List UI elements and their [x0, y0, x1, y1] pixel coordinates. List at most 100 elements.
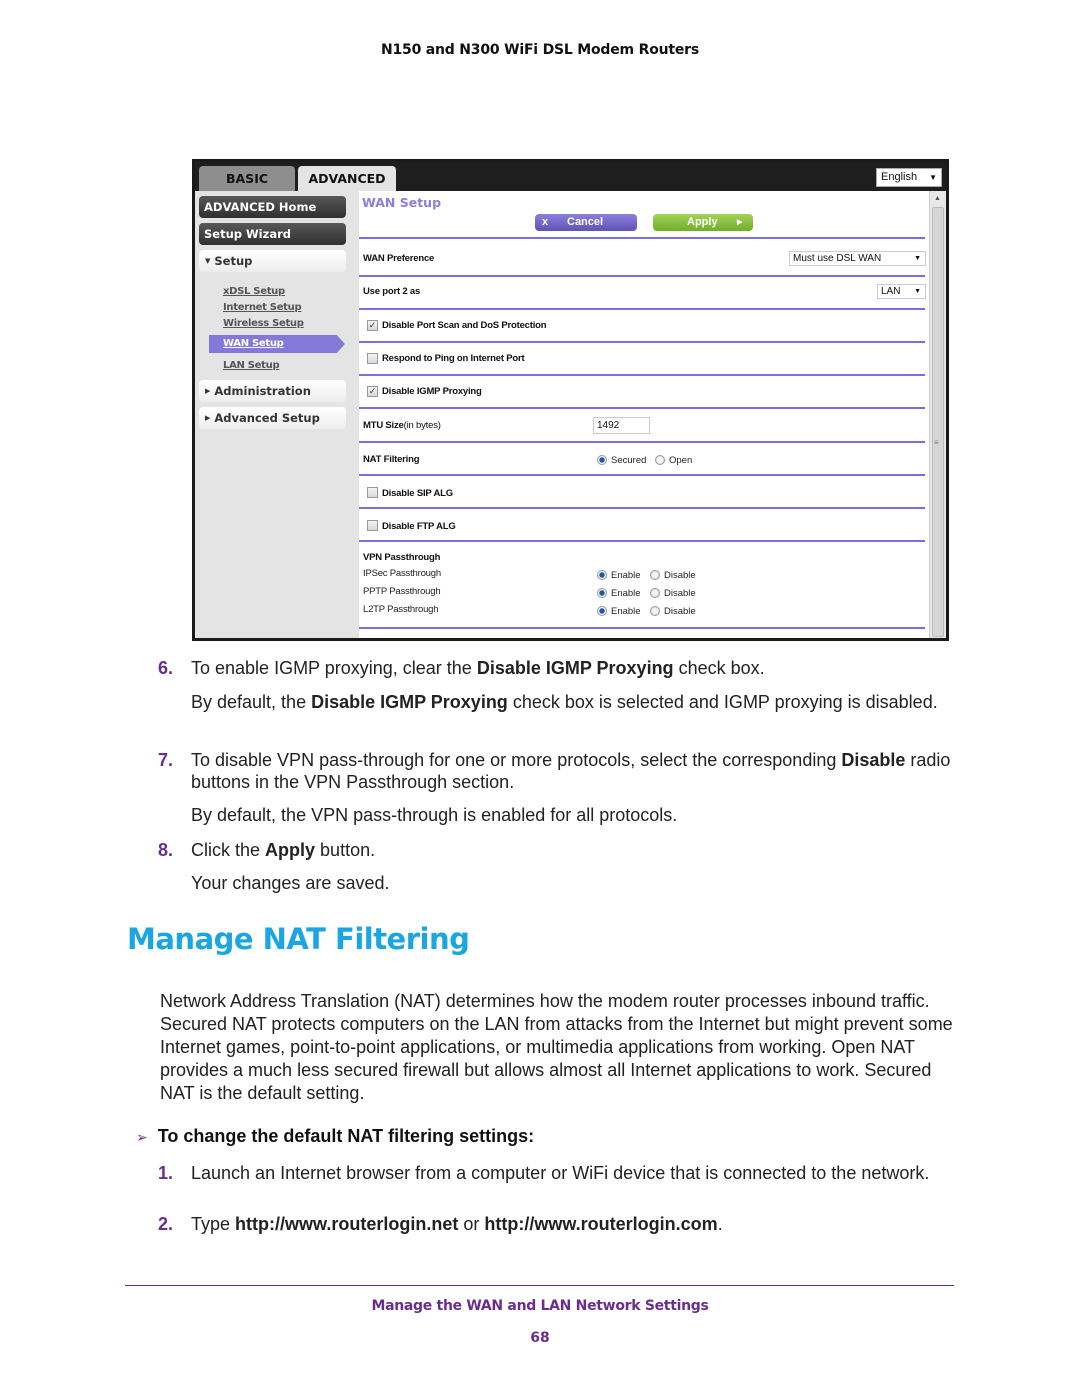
apply-button[interactable]: Apply ▶: [653, 214, 753, 231]
step-number: 8.: [158, 840, 174, 860]
arrow-right-icon: ➢: [136, 1129, 148, 1145]
scrollbar[interactable]: ▲ ≡: [929, 191, 946, 638]
step-text: To enable IGMP proxying, clear the Disab…: [191, 658, 765, 678]
apply-label: Apply: [687, 216, 718, 228]
sidebar-link-lan-setup[interactable]: LAN Setup: [223, 360, 280, 371]
wan-preference-value: Must use DSL WAN: [793, 253, 882, 264]
tab-basic[interactable]: BASIC: [199, 166, 295, 191]
divider: [359, 507, 925, 509]
disable-igmp-label: Disable IGMP Proxying: [382, 386, 482, 397]
wan-preference-select[interactable]: Must use DSL WAN ▼: [789, 251, 926, 266]
step-number: 6.: [158, 658, 174, 678]
sidebar-item-label: Administration: [214, 384, 311, 398]
divider: [359, 341, 925, 343]
disable-port-scan-label: Disable Port Scan and DoS Protection: [382, 320, 547, 331]
pptp-enable-radio[interactable]: [597, 588, 607, 598]
disable-sip-checkbox[interactable]: [367, 487, 378, 498]
ipsec-label: IPSec Passthrough: [363, 568, 441, 579]
nat-open-label: Open: [669, 455, 693, 466]
mtu-size-input[interactable]: 1492: [593, 417, 650, 434]
wan-preference-label: WAN Preference: [363, 253, 435, 264]
close-icon: x: [542, 216, 549, 228]
respond-ping-checkbox[interactable]: [367, 353, 378, 364]
procedure-heading: ➢ To change the default NAT filtering set…: [136, 1126, 534, 1147]
nat-secured-radio[interactable]: [597, 455, 607, 465]
l2tp-enable-radio[interactable]: [597, 606, 607, 616]
respond-ping-label: Respond to Ping on Internet Port: [382, 353, 525, 364]
ipsec-enable-radio[interactable]: [597, 570, 607, 580]
disable-ftp-checkbox[interactable]: [367, 520, 378, 531]
sidebar-item-setup[interactable]: ▼ Setup: [199, 250, 346, 272]
enable-label: Enable: [611, 606, 641, 617]
triangle-right-icon: ▶: [205, 414, 211, 422]
top-bar: BASIC ADVANCED English ▼: [195, 162, 946, 191]
enable-label: Enable: [611, 588, 641, 599]
disable-ftp-label: Disable FTP ALG: [382, 521, 456, 532]
wan-setup-panel: WAN Setup x Cancel Apply ▶ WAN Preferenc…: [359, 191, 929, 638]
triangle-right-icon: ▶: [205, 387, 211, 395]
language-select[interactable]: English ▼: [876, 168, 942, 187]
sidebar-link-xdsl-setup[interactable]: xDSL Setup: [223, 286, 285, 297]
divider: [359, 237, 925, 239]
sidebar-link-internet-setup[interactable]: Internet Setup: [223, 302, 302, 313]
sidebar-item-advanced-home[interactable]: ADVANCED Home: [199, 196, 346, 218]
cancel-button[interactable]: x Cancel: [535, 214, 637, 231]
l2tp-label: L2TP Passthrough: [363, 604, 439, 615]
mtu-label-text: MTU Size: [363, 420, 404, 431]
nat-filtering-label: NAT Filtering: [363, 454, 420, 465]
ipsec-disable-radio[interactable]: [650, 570, 660, 580]
scroll-thumb[interactable]: ≡: [932, 207, 944, 637]
nat-secured-label: Secured: [611, 455, 647, 466]
sidebar-item-label: Setup: [214, 254, 253, 268]
enable-label: Enable: [611, 570, 641, 581]
divider: [359, 407, 925, 409]
router-ui-screenshot: BASIC ADVANCED English ▼ ADVANCED Home S…: [192, 159, 949, 641]
sidebar-item-label: Advanced Setup: [214, 411, 320, 425]
use-port2-select[interactable]: LAN ▼: [877, 284, 926, 299]
grip-icon: ≡: [934, 438, 939, 447]
procedure-heading-text: To change the default NAT filtering sett…: [157, 1126, 535, 1146]
sidebar: ADVANCED Home Setup Wizard ▼ Setup xDSL S…: [195, 191, 357, 638]
step-number: 7.: [158, 750, 174, 770]
page-number: 68: [530, 1330, 550, 1346]
step-number: 1.: [158, 1163, 174, 1183]
disable-igmp-checkbox[interactable]: ✓: [367, 386, 378, 397]
page-title: WAN Setup: [362, 195, 442, 210]
divider: [359, 540, 925, 542]
divider: [359, 308, 925, 310]
note-vpn-default: By default, the VPN pass-through is enab…: [191, 805, 678, 825]
note-igmp-default: By default, the Disable IGMP Proxying ch…: [191, 692, 938, 712]
intro-paragraph: Network Address Translation (NAT) determ…: [160, 991, 953, 1103]
disable-port-scan-checkbox[interactable]: ✓: [367, 320, 378, 331]
nat-open-radio[interactable]: [655, 455, 665, 465]
pptp-disable-radio[interactable]: [650, 588, 660, 598]
scroll-up-icon[interactable]: ▲: [934, 195, 941, 202]
chevron-down-icon: ▼: [914, 288, 921, 295]
divider: [359, 474, 925, 476]
disable-label: Disable: [664, 606, 696, 617]
disable-sip-label: Disable SIP ALG: [382, 488, 453, 499]
mtu-label-suffix: (in bytes): [403, 420, 441, 431]
language-value: English: [881, 171, 918, 183]
step-number: 2.: [158, 1214, 174, 1234]
mtu-label: MTU Size(in bytes): [363, 420, 441, 431]
cancel-label: Cancel: [567, 216, 604, 228]
link-routerlogin-net[interactable]: http://www.routerlogin.net: [235, 1214, 458, 1234]
step-text: Type http://www.routerlogin.net or http:…: [191, 1214, 723, 1234]
sidebar-item-setup-wizard[interactable]: Setup Wizard: [199, 223, 346, 245]
divider: [359, 627, 925, 629]
vpn-heading: VPN Passthrough: [363, 552, 441, 563]
tab-advanced[interactable]: ADVANCED: [298, 166, 396, 191]
footer-divider: [125, 1285, 954, 1286]
divider: [359, 441, 925, 443]
footer-title: Manage the WAN and LAN Network Settings: [371, 1298, 709, 1314]
sidebar-item-advanced-setup[interactable]: ▶ Advanced Setup: [199, 407, 346, 429]
sidebar-link-wan-setup[interactable]: WAN Setup: [209, 335, 345, 353]
disable-label: Disable: [664, 570, 696, 581]
step-text: Click the Apply button.: [191, 840, 376, 860]
l2tp-disable-radio[interactable]: [650, 606, 660, 616]
sidebar-link-wireless-setup[interactable]: Wireless Setup: [223, 318, 304, 329]
link-routerlogin-com[interactable]: http://www.routerlogin.com: [484, 1214, 717, 1234]
pptp-label: PPTP Passthrough: [363, 586, 441, 597]
sidebar-item-administration[interactable]: ▶ Administration: [199, 380, 346, 402]
